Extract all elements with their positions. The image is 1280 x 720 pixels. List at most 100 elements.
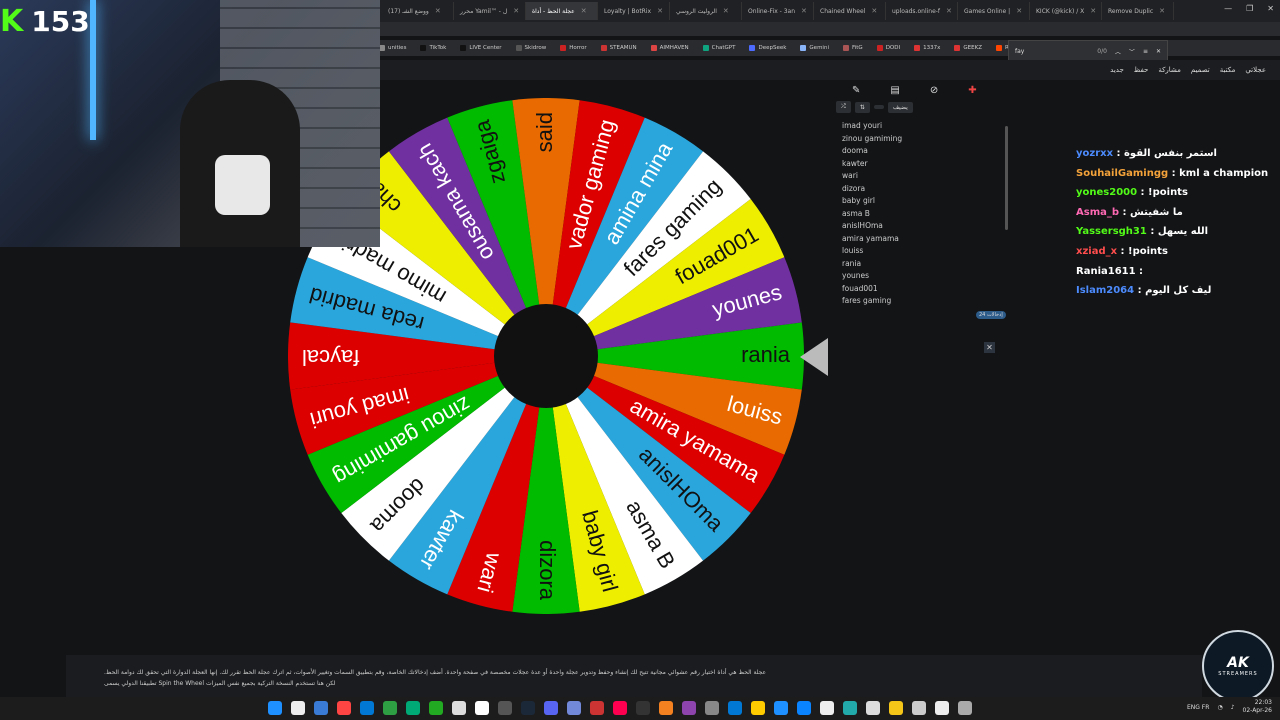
entries-list[interactable]: imad youri zinou gamiming dooma kawter wari d… bbox=[836, 120, 1008, 310]
filter-icon[interactable]: ≡ bbox=[1143, 48, 1148, 55]
maximize-icon[interactable]: ❐ bbox=[1246, 4, 1253, 13]
taskbar-app-icon[interactable] bbox=[751, 701, 765, 715]
chat-username[interactable]: yozrxx bbox=[1076, 148, 1113, 159]
close-icon[interactable]: ✕ bbox=[1156, 48, 1161, 55]
taskbar-app-icon[interactable] bbox=[452, 701, 466, 715]
entry-item[interactable]: younes bbox=[842, 270, 1008, 283]
taskbar-app-icon[interactable] bbox=[935, 701, 949, 715]
tab-close-icon[interactable]: ✕ bbox=[1159, 7, 1165, 15]
bookmark-item[interactable]: TikTok bbox=[413, 45, 453, 51]
chat-username[interactable]: xziad_x bbox=[1076, 246, 1117, 257]
site-header-item[interactable]: حفظ bbox=[1134, 66, 1149, 74]
taskbar-app-icon[interactable] bbox=[475, 701, 489, 715]
entry-item[interactable]: kawter bbox=[842, 158, 1008, 171]
taskbar-app-icon[interactable] bbox=[820, 701, 834, 715]
minimize-icon[interactable]: — bbox=[1224, 4, 1232, 13]
entry-item[interactable]: fares gaming bbox=[842, 295, 1008, 308]
site-header-item[interactable]: عجلاتي bbox=[1245, 66, 1266, 74]
clock[interactable]: 22:03 02-Apr-26 bbox=[1243, 699, 1272, 715]
bookmark-item[interactable]: Skidrow bbox=[509, 45, 554, 51]
bookmark-item[interactable]: DeepSeek bbox=[742, 45, 793, 51]
wifi-icon[interactable]: ◔ bbox=[1217, 704, 1222, 711]
taskbar-app-icon[interactable] bbox=[429, 701, 443, 715]
taskbar-app-icon[interactable] bbox=[728, 701, 742, 715]
tab-close-icon[interactable]: ✕ bbox=[513, 7, 519, 15]
browser-tab[interactable]: الروليت الروسي ✕ bbox=[670, 2, 742, 20]
images-button[interactable] bbox=[873, 105, 884, 109]
browser-tab[interactable]: uploads.online-f ✕ bbox=[886, 2, 958, 20]
taskbar-app-icon[interactable] bbox=[613, 701, 627, 715]
browser-tab[interactable]: Online-Fix - 3an ✕ bbox=[742, 2, 814, 20]
bookmark-item[interactable]: ChatGPT bbox=[696, 45, 743, 51]
taskbar-app-icon[interactable] bbox=[337, 701, 351, 715]
bookmark-item[interactable]: FitG bbox=[836, 45, 870, 51]
chevron-down-icon[interactable]: ﹀ bbox=[1129, 47, 1135, 56]
tab-close-icon[interactable]: ✕ bbox=[871, 7, 877, 15]
taskbar-app-icon[interactable] bbox=[498, 701, 512, 715]
volume-icon[interactable]: ♪ bbox=[1231, 704, 1235, 711]
taskbar-app-icon[interactable] bbox=[912, 701, 926, 715]
taskbar-app-icon[interactable] bbox=[314, 701, 328, 715]
browser-tab[interactable]: KICK (@kick) / X ✕ bbox=[1030, 2, 1102, 20]
bookmark-item[interactable]: Horror bbox=[553, 45, 593, 51]
find-input[interactable]: fay bbox=[1015, 48, 1024, 55]
entry-item[interactable]: louiss bbox=[842, 245, 1008, 258]
browser-tab[interactable]: Chained Wheel ✕ bbox=[814, 2, 886, 20]
browser-tab[interactable]: عجلة الحظ - أداة ✕ bbox=[526, 2, 598, 20]
taskbar-app-icon[interactable] bbox=[705, 701, 719, 715]
taskbar-app-icon[interactable] bbox=[590, 701, 604, 715]
taskbar-app-icon[interactable] bbox=[544, 701, 558, 715]
site-header-item[interactable]: جديد bbox=[1110, 66, 1124, 74]
bookmark-item[interactable]: AIMHAVEN bbox=[644, 45, 696, 51]
taskbar-app-icon[interactable] bbox=[567, 701, 581, 715]
taskbar-app-icon[interactable] bbox=[360, 701, 374, 715]
entry-item[interactable]: dooma bbox=[842, 145, 1008, 158]
entries-scrollbar[interactable] bbox=[1005, 126, 1008, 230]
entry-item[interactable]: rania bbox=[842, 258, 1008, 271]
bookmark-item[interactable]: STEAMUN bbox=[594, 45, 644, 51]
taskbar-app-icon[interactable] bbox=[889, 701, 903, 715]
chat-username[interactable]: Islam2064 bbox=[1076, 285, 1134, 296]
chat-username[interactable]: Rania1611 bbox=[1076, 266, 1136, 277]
site-header-item[interactable]: مشاركة bbox=[1158, 66, 1181, 74]
entry-item[interactable]: amira yamama bbox=[842, 233, 1008, 246]
close-icon[interactable]: ✕ bbox=[984, 342, 995, 353]
entry-item[interactable]: fouad001 bbox=[842, 283, 1008, 296]
browser-tab[interactable]: (17) ووضع الشـ ✕ bbox=[382, 2, 454, 20]
chevron-up-icon[interactable]: ︿ bbox=[1115, 47, 1121, 56]
wheel-hub[interactable] bbox=[494, 304, 598, 408]
bookmark-item[interactable]: Gemini bbox=[793, 45, 836, 51]
chat-username[interactable]: Asma_b bbox=[1076, 207, 1119, 218]
taskbar-app-icon[interactable] bbox=[774, 701, 788, 715]
shuffle-button[interactable]: ⤮ bbox=[836, 101, 851, 113]
taskbar-app-icon[interactable] bbox=[682, 701, 696, 715]
entry-item[interactable]: imad youri bbox=[842, 120, 1008, 133]
entry-item[interactable]: baby girl bbox=[842, 195, 1008, 208]
bookmark-item[interactable]: 1337x bbox=[907, 45, 947, 51]
entry-item[interactable]: wari bbox=[842, 170, 1008, 183]
taskbar-app-icon[interactable] bbox=[291, 701, 305, 715]
add-wheel-icon[interactable]: ✚ bbox=[968, 85, 976, 96]
taskbar-app-icon[interactable] bbox=[659, 701, 673, 715]
browser-tab[interactable]: Loyalty | BotRix ✕ bbox=[598, 2, 670, 20]
entry-item[interactable]: anislHOma bbox=[842, 220, 1008, 233]
site-header-item[interactable]: مكتبة bbox=[1220, 66, 1236, 74]
site-header-item[interactable]: تصميم bbox=[1191, 66, 1210, 74]
edit-icon[interactable]: ✎ bbox=[852, 85, 860, 96]
browser-tab[interactable]: Games Online | ✕ bbox=[958, 2, 1030, 20]
tab-close-icon[interactable]: ✕ bbox=[801, 7, 807, 15]
clipboard-icon[interactable]: ▤ bbox=[890, 85, 899, 96]
taskbar-app-icon[interactable] bbox=[843, 701, 857, 715]
add-image-button[interactable]: يضيف bbox=[887, 101, 913, 113]
taskbar-app-icon[interactable] bbox=[406, 701, 420, 715]
entry-item[interactable]: dizora bbox=[842, 183, 1008, 196]
sort-button[interactable]: ⇅ bbox=[854, 101, 870, 113]
taskbar-app-icon[interactable] bbox=[958, 701, 972, 715]
tab-close-icon[interactable]: ✕ bbox=[946, 7, 952, 15]
browser-tab[interactable]: محرر Yamil™ - ل ✕ bbox=[454, 2, 526, 20]
language-indicator[interactable]: ENG FR bbox=[1187, 704, 1209, 711]
taskbar-app-icon[interactable] bbox=[636, 701, 650, 715]
chat-username[interactable]: SouhailGamingg bbox=[1076, 168, 1168, 179]
chat-username[interactable]: Yassersgh31 bbox=[1076, 226, 1147, 237]
tab-close-icon[interactable]: ✕ bbox=[657, 7, 663, 15]
